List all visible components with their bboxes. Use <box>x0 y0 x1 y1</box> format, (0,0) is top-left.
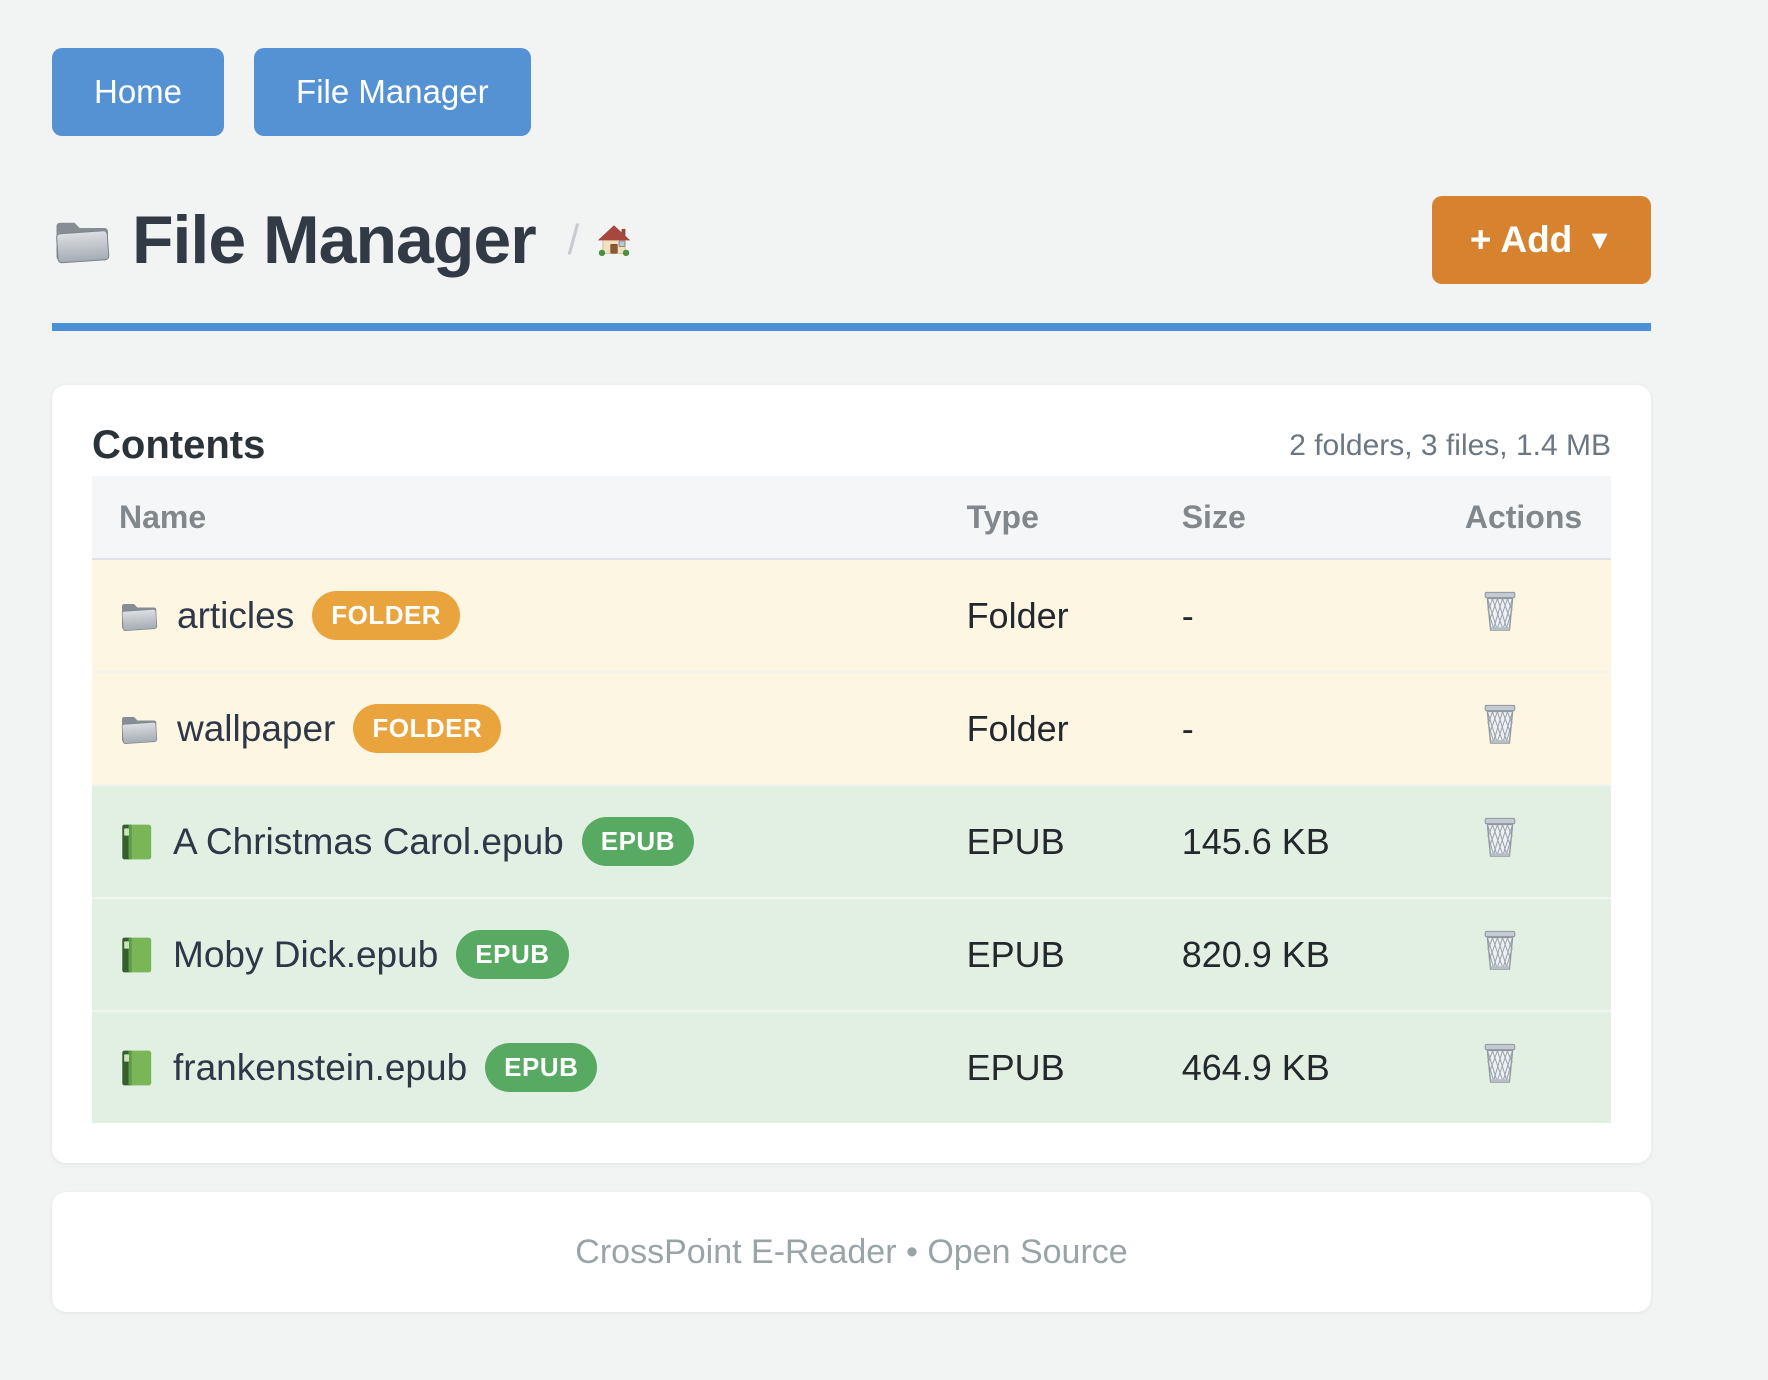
delete-button[interactable] <box>1481 1042 1519 1084</box>
file-size: 145.6 KB <box>1182 785 1419 898</box>
contents-card-header: Contents 2 folders, 3 files, 1.4 MB <box>92 423 1611 468</box>
book-icon <box>119 935 155 975</box>
folder-link[interactable]: wallpaper <box>177 708 335 750</box>
folder-icon <box>119 711 159 746</box>
column-header-name: Name <box>92 476 967 559</box>
breadcrumb-home-link[interactable] <box>595 222 633 258</box>
table-row-moby-dick: Moby Dick.epub EPUB EPUB 820.9 KB <box>92 898 1611 1011</box>
file-size: - <box>1182 559 1419 672</box>
file-type: Folder <box>967 672 1182 785</box>
nav-file-manager-button[interactable]: File Manager <box>254 48 531 136</box>
epub-badge: EPUB <box>485 1043 597 1092</box>
house-icon <box>595 222 633 258</box>
file-type: EPUB <box>967 1011 1182 1123</box>
table-row-christmas-carol: A Christmas Carol.epub EPUB EPUB 145.6 K… <box>92 785 1611 898</box>
file-table: Name Type Size Actions articles FOLDER F <box>92 476 1611 1123</box>
add-button-label: + Add <box>1470 219 1572 261</box>
book-icon <box>119 1048 155 1088</box>
folder-link[interactable]: articles <box>177 595 294 637</box>
contents-title: Contents <box>92 423 265 468</box>
folder-icon <box>119 598 159 633</box>
file-size: 464.9 KB <box>1182 1011 1419 1123</box>
delete-button[interactable] <box>1481 929 1519 971</box>
file-type: Folder <box>967 559 1182 672</box>
footer: CrossPoint E-Reader • Open Source <box>52 1192 1651 1312</box>
delete-button[interactable] <box>1481 816 1519 858</box>
trash-icon <box>1481 590 1519 632</box>
footer-text: CrossPoint E-Reader • Open Source <box>575 1233 1127 1272</box>
contents-summary: 2 folders, 3 files, 1.4 MB <box>1289 429 1611 463</box>
column-header-actions: Actions <box>1419 476 1611 559</box>
delete-button[interactable] <box>1481 590 1519 632</box>
folder-icon <box>52 214 112 266</box>
page: Home File Manager File Manager / <box>52 0 1651 1312</box>
title-wrap: File Manager / <box>52 196 633 284</box>
add-button[interactable]: + Add ▼ <box>1432 196 1651 284</box>
file-size: 820.9 KB <box>1182 898 1419 1011</box>
file-link[interactable]: frankenstein.epub <box>173 1047 467 1089</box>
file-size: - <box>1182 672 1419 785</box>
delete-button[interactable] <box>1481 703 1519 745</box>
caret-down-icon: ▼ <box>1586 225 1613 256</box>
trash-icon <box>1481 1042 1519 1084</box>
nav-home-button[interactable]: Home <box>52 48 224 136</box>
file-type: EPUB <box>967 898 1182 1011</box>
epub-badge: EPUB <box>582 817 694 866</box>
page-header: File Manager / + Add ▼ <box>52 196 1651 331</box>
breadcrumb-separator: / <box>568 216 580 264</box>
folder-badge: FOLDER <box>353 704 501 753</box>
page-title: File Manager <box>132 196 536 284</box>
column-header-size: Size <box>1182 476 1419 559</box>
file-link[interactable]: A Christmas Carol.epub <box>173 821 564 863</box>
table-row-frankenstein: frankenstein.epub EPUB EPUB 464.9 KB <box>92 1011 1611 1123</box>
top-nav: Home File Manager <box>52 0 1651 136</box>
file-link[interactable]: Moby Dick.epub <box>173 934 438 976</box>
file-type: EPUB <box>967 785 1182 898</box>
column-header-type: Type <box>967 476 1182 559</box>
trash-icon <box>1481 929 1519 971</box>
folder-badge: FOLDER <box>312 591 460 640</box>
table-row-wallpaper: wallpaper FOLDER Folder - <box>92 672 1611 785</box>
trash-icon <box>1481 703 1519 745</box>
table-header-row: Name Type Size Actions <box>92 476 1611 559</box>
book-icon <box>119 822 155 862</box>
trash-icon <box>1481 816 1519 858</box>
table-row-articles: articles FOLDER Folder - <box>92 559 1611 672</box>
epub-badge: EPUB <box>456 930 568 979</box>
contents-card: Contents 2 folders, 3 files, 1.4 MB Name… <box>52 385 1651 1163</box>
